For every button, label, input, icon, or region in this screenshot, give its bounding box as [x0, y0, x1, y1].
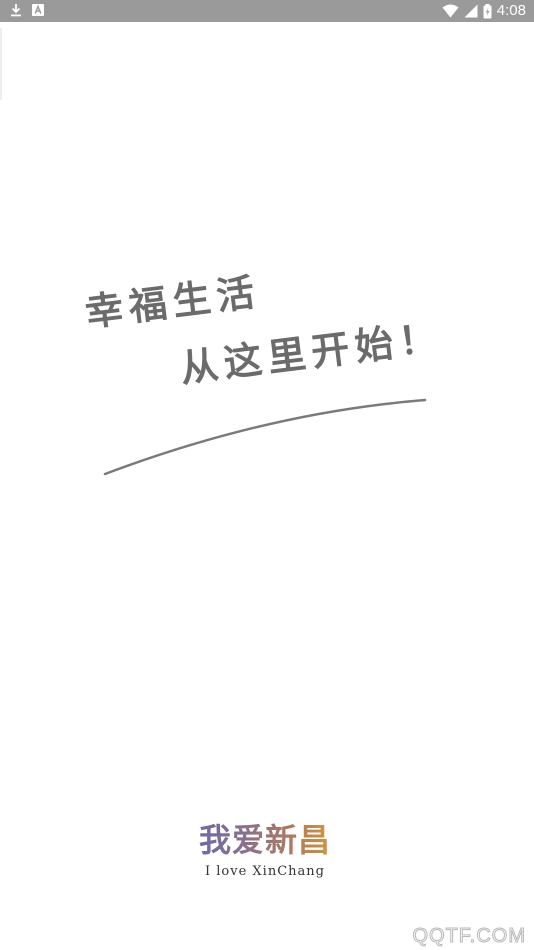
status-left-icons [10, 3, 44, 17]
battery-icon [483, 3, 492, 19]
keyboard-a-icon [32, 4, 44, 16]
status-time: 4:08 [496, 2, 526, 19]
decorative-swoosh [103, 398, 427, 476]
splash-screen: 4:08 幸福生活 从这里开始！ 我爱新昌 I love XinChang QQ… [0, 0, 534, 950]
edge-mark [0, 28, 2, 100]
signal-icon [464, 4, 478, 18]
watermark: QQTF.COM [412, 925, 526, 948]
slogan-line-1: 幸福生活 [82, 269, 263, 335]
status-right-icons: 4:08 [442, 2, 526, 20]
logo-chinese-name: 我爱新昌 [195, 820, 335, 860]
wifi-icon [442, 4, 459, 18]
status-bar: 4:08 [0, 0, 534, 22]
app-logo: 我爱新昌 I love XinChang [195, 820, 335, 880]
logo-english-name: I love XinChang [205, 864, 325, 879]
download-icon [10, 3, 22, 17]
